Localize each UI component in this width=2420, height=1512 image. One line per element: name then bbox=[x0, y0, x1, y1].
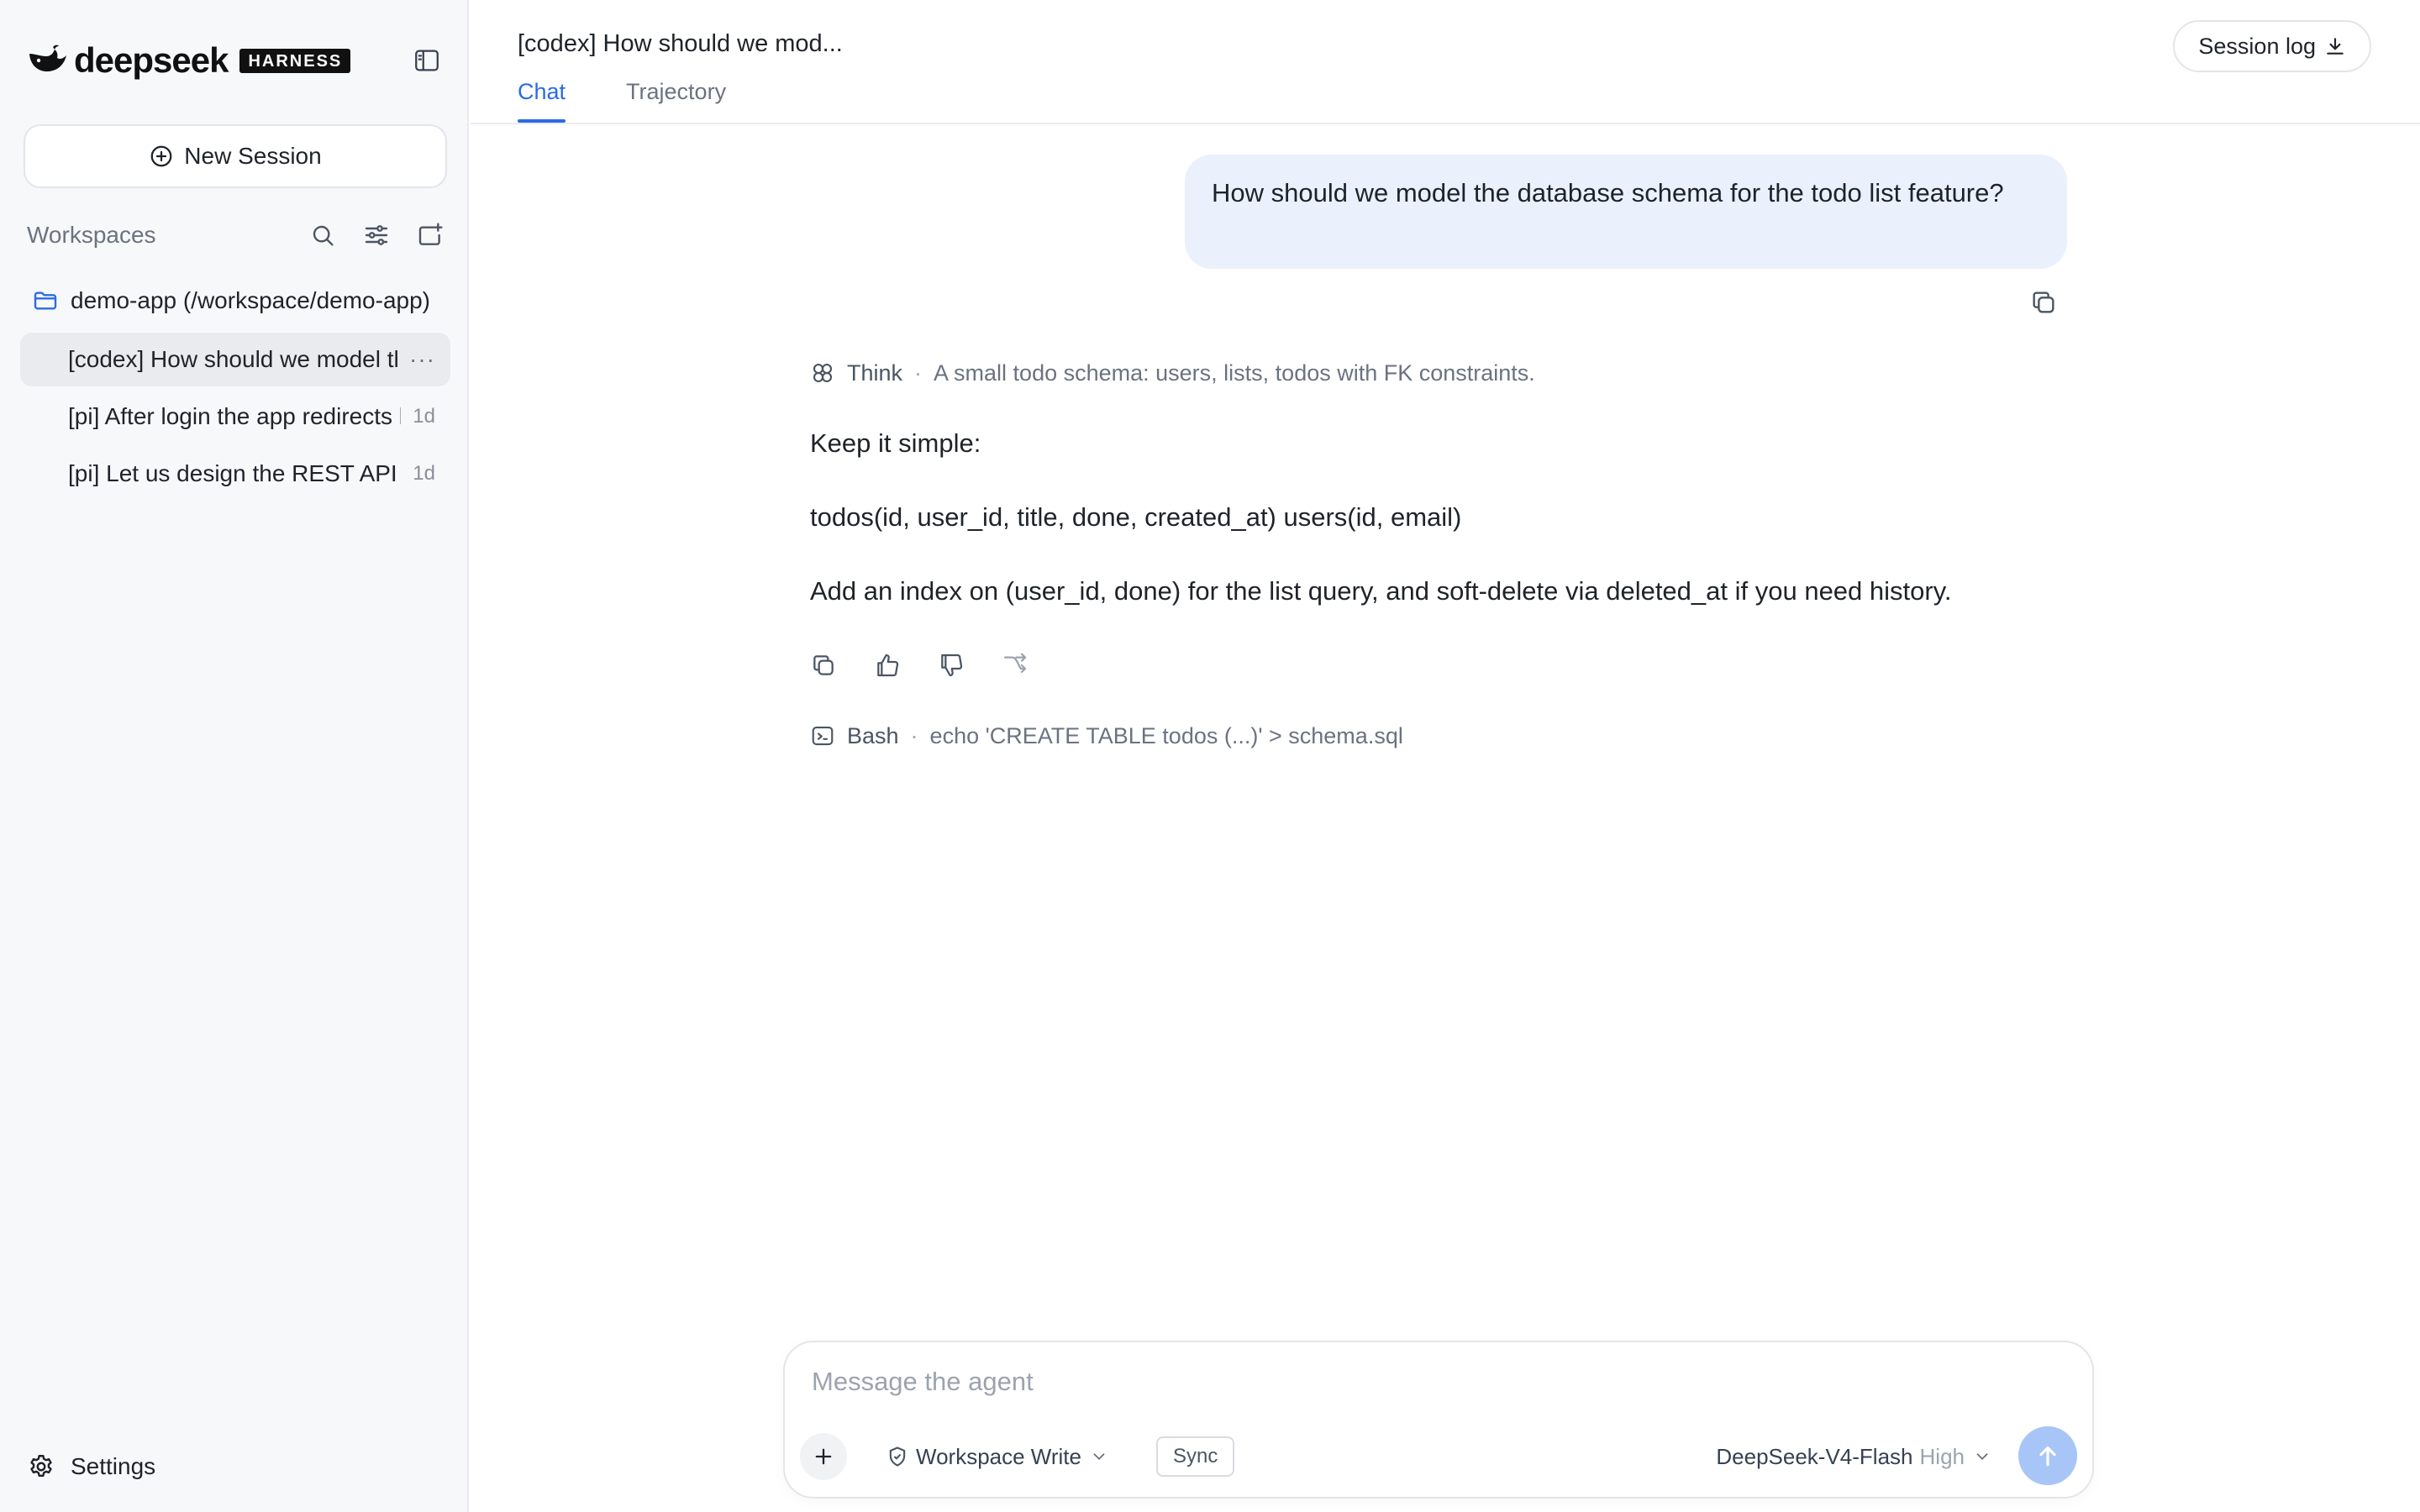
search-icon bbox=[313, 225, 334, 246]
message-composer: Workspace Write Sync DeepSeek-V4-Flash H… bbox=[783, 1341, 2094, 1499]
new-folder-icon bbox=[418, 223, 443, 245]
thumbs-up-icon bbox=[877, 654, 899, 677]
whale-logo-icon bbox=[29, 45, 66, 72]
session-item-active[interactable]: [codex] How should we model the database… bbox=[20, 333, 450, 386]
session-label: [pi] Let us design the REST API for todo… bbox=[68, 460, 401, 486]
thumbs-up-button[interactable] bbox=[871, 648, 904, 682]
settings-button[interactable]: Settings bbox=[27, 1448, 155, 1485]
bash-step[interactable]: Bash · echo 'CREATE TABLE todos (...)' >… bbox=[810, 719, 1403, 753]
reply-paragraph: todos(id, user_id, title, done, created_… bbox=[810, 502, 1462, 532]
tab-bar: Chat Trajectory bbox=[518, 79, 786, 123]
think-summary: A small todo schema: users, lists, todos… bbox=[934, 360, 1535, 386]
more-icon[interactable]: ··· bbox=[409, 346, 435, 373]
chevron-down-icon bbox=[1093, 1453, 1105, 1461]
new-session-label: New Session bbox=[184, 143, 322, 169]
sidebar-toggle-button[interactable] bbox=[410, 44, 444, 77]
sidebar: deepseek HARNESS New Session Workspaces bbox=[0, 0, 469, 1512]
copy-reply-button[interactable] bbox=[807, 648, 840, 682]
session-label: [pi] After login the app redirects back … bbox=[68, 403, 401, 429]
settings-label: Settings bbox=[71, 1453, 156, 1479]
sync-button[interactable]: Sync bbox=[1156, 1436, 1235, 1477]
shield-icon bbox=[889, 1446, 906, 1467]
gear-icon bbox=[30, 1455, 52, 1477]
brand-name: deepseek bbox=[74, 40, 229, 80]
filter-icon bbox=[365, 225, 388, 245]
assistant-reply: Keep it simple: todos(id, user_id, title… bbox=[810, 427, 2070, 648]
bash-label: Bash bbox=[847, 722, 899, 748]
brain-icon bbox=[813, 363, 833, 383]
copy-icon bbox=[2033, 291, 2054, 313]
plus-circle-icon bbox=[150, 145, 172, 167]
brand-badge: HARNESS bbox=[239, 48, 351, 73]
permission-mode-select[interactable]: Workspace Write bbox=[886, 1438, 1115, 1475]
reply-paragraph: Add an index on (user_id, done) for the … bbox=[810, 576, 1952, 606]
add-workspace-button[interactable] bbox=[413, 218, 447, 252]
session-age: 1d bbox=[413, 405, 435, 428]
copy-message-button[interactable] bbox=[2027, 286, 2060, 319]
think-step[interactable]: Think · A small todo schema: users, list… bbox=[810, 356, 1535, 390]
session-log-label: Session log bbox=[2198, 33, 2316, 59]
send-button[interactable] bbox=[2018, 1426, 2077, 1485]
main-header: [codex] How should we mod... Chat Trajec… bbox=[471, 0, 2420, 124]
session-label: [codex] How should we model the database… bbox=[68, 346, 397, 372]
add-attachment-button[interactable] bbox=[800, 1433, 847, 1480]
separator-dot: · bbox=[914, 360, 923, 386]
tab-trajectory[interactable]: Trajectory bbox=[626, 79, 726, 123]
new-session-button[interactable]: New Session bbox=[24, 124, 447, 188]
copy-icon bbox=[813, 655, 834, 675]
tab-chat[interactable]: Chat bbox=[518, 79, 566, 123]
model-name: DeepSeek-V4-Flash bbox=[1716, 1443, 1913, 1469]
filter-workspaces-button[interactable] bbox=[360, 218, 393, 252]
session-item[interactable]: [pi] Let us design the REST API for todo… bbox=[20, 447, 450, 501]
workspaces-title: Workspaces bbox=[27, 222, 156, 248]
terminal-icon bbox=[812, 726, 834, 746]
session-log-button[interactable]: Session log bbox=[2173, 20, 2371, 72]
user-message: How should we model the database schema … bbox=[1185, 155, 2067, 269]
model-effort: High bbox=[1919, 1443, 1965, 1469]
bash-command: echo 'CREATE TABLE todos (...)' > schema… bbox=[929, 722, 1403, 748]
session-age: 1d bbox=[413, 462, 435, 485]
folder-icon bbox=[34, 291, 57, 310]
search-workspaces-button[interactable] bbox=[306, 218, 339, 252]
sidebar-toggle-icon bbox=[415, 50, 439, 71]
chevron-down-icon bbox=[1976, 1453, 1988, 1461]
branch-icon bbox=[1003, 653, 1027, 674]
brand[interactable]: deepseek HARNESS bbox=[27, 40, 351, 80]
permission-mode-label: Workspace Write bbox=[916, 1443, 1081, 1469]
workspace-label: demo-app (/workspace/demo-app) bbox=[71, 287, 430, 313]
page-title: [codex] How should we mod... bbox=[518, 30, 843, 57]
download-icon bbox=[2327, 38, 2344, 55]
session-item[interactable]: [pi] After login the app redirects back … bbox=[20, 390, 450, 444]
reply-paragraph: Keep it simple: bbox=[810, 428, 981, 458]
workspace-folder[interactable]: demo-app (/workspace/demo-app) bbox=[32, 282, 447, 319]
reply-actions bbox=[807, 648, 1062, 682]
app-window: deepseek HARNESS New Session Workspaces bbox=[0, 0, 2420, 1512]
branch-button[interactable] bbox=[998, 648, 1032, 682]
thumbs-down-button[interactable] bbox=[934, 648, 968, 682]
arrow-up-icon bbox=[2039, 1446, 2056, 1467]
workspaces-header: Workspaces bbox=[27, 215, 447, 255]
model-select[interactable]: DeepSeek-V4-Flash High bbox=[1716, 1438, 1991, 1475]
think-label: Think bbox=[847, 360, 903, 386]
plus-icon bbox=[815, 1448, 832, 1465]
message-input[interactable] bbox=[812, 1361, 1988, 1403]
separator-dot: · bbox=[910, 722, 918, 748]
thumbs-down-icon bbox=[941, 654, 963, 677]
